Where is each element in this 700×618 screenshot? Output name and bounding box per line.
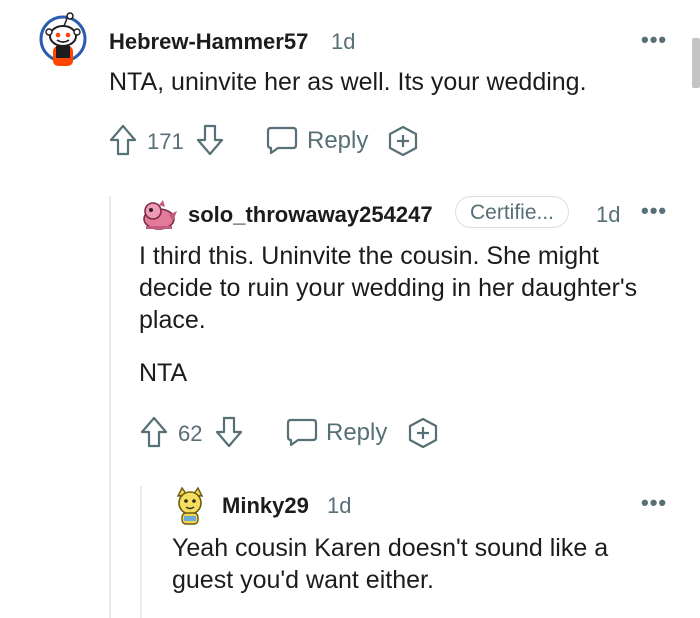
comment-body: I third this. Uninvite the cousin. She m… — [139, 242, 638, 334]
comment-username[interactable]: Minky29 — [222, 493, 309, 519]
comment-username[interactable]: solo_throwaway254247 — [188, 202, 433, 228]
upvote-arrow-icon[interactable] — [140, 416, 168, 448]
more-options-icon[interactable]: ••• — [641, 198, 667, 224]
vote-count: 171 — [147, 129, 184, 154]
award-add-icon[interactable] — [386, 124, 420, 158]
reply-bubble-icon[interactable] — [265, 125, 299, 155]
reply-button[interactable]: Reply — [307, 127, 368, 155]
pink-dragon-avatar-icon[interactable] — [139, 197, 179, 233]
reply-bubble-icon[interactable] — [285, 417, 319, 447]
vote-count: 62 — [178, 421, 203, 446]
comment-timestamp: 1d — [331, 29, 356, 54]
downvote-arrow-icon[interactable] — [215, 416, 243, 448]
user-flair-badge: Certifie... — [455, 196, 570, 228]
comment-body: Yeah cousin Karen doesn't sound like a g… — [172, 534, 609, 594]
comment-timestamp: 1d — [596, 202, 621, 227]
upvote-arrow-icon[interactable] — [109, 124, 137, 156]
more-options-icon[interactable]: ••• — [641, 27, 667, 53]
downvote-arrow-icon[interactable] — [196, 124, 224, 156]
thread-line[interactable] — [109, 196, 111, 618]
reddit-snoo-avatar-icon[interactable] — [36, 10, 92, 72]
comment-timestamp: 1d — [327, 493, 352, 518]
thread-line[interactable] — [140, 486, 142, 618]
reply-button[interactable]: Reply — [326, 419, 387, 447]
award-add-icon[interactable] — [406, 416, 440, 450]
scrollbar-thumb[interactable] — [692, 38, 700, 88]
comment-body-nta: NTA — [139, 359, 188, 387]
yellow-cat-avatar-icon[interactable] — [172, 486, 208, 526]
comment-username[interactable]: Hebrew-Hammer57 — [109, 29, 308, 55]
more-options-icon[interactable]: ••• — [641, 490, 667, 516]
comment-body: NTA, uninvite her as well. Its your wedd… — [109, 68, 587, 96]
